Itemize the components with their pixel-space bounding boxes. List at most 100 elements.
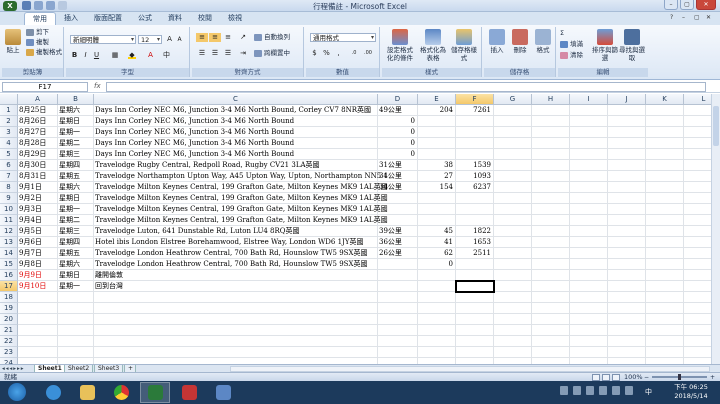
cell-e18[interactable] <box>418 292 456 303</box>
cell-c15[interactable]: Travelodge London Heathrow Central, 700 … <box>94 259 378 270</box>
cell-a3[interactable]: 8月27日 <box>18 127 58 138</box>
row-header[interactable]: 6 <box>0 160 18 171</box>
cell-f14[interactable]: 2511 <box>456 248 494 259</box>
cell-j8[interactable] <box>608 182 646 193</box>
cell-f21[interactable] <box>456 325 494 336</box>
cell-f6[interactable]: 1539 <box>456 160 494 171</box>
column-header-d[interactable]: D <box>378 94 418 105</box>
cell-d18[interactable] <box>378 292 418 303</box>
cell-e7[interactable]: 27 <box>418 171 456 182</box>
cell-b20[interactable] <box>58 314 94 325</box>
row-header[interactable]: 4 <box>0 138 18 149</box>
cell-g21[interactable] <box>494 325 532 336</box>
cell-a21[interactable] <box>18 325 58 336</box>
cell-k3[interactable] <box>646 127 684 138</box>
format-as-table-button[interactable]: 格式化為表格 <box>418 29 448 62</box>
close-button[interactable]: ✕ <box>696 0 716 10</box>
cell-d11[interactable] <box>378 215 418 226</box>
cell-j10[interactable] <box>608 204 646 215</box>
cell-g5[interactable] <box>494 149 532 160</box>
delete-cells-button[interactable]: 刪除 <box>509 29 531 54</box>
row-header[interactable]: 12 <box>0 226 18 237</box>
cell-j21[interactable] <box>608 325 646 336</box>
cell-g12[interactable] <box>494 226 532 237</box>
paste-button[interactable]: 貼上 <box>4 29 22 54</box>
cell-g22[interactable] <box>494 336 532 347</box>
cell-i12[interactable] <box>570 226 608 237</box>
cell-g13[interactable] <box>494 237 532 248</box>
cell-j4[interactable] <box>608 138 646 149</box>
cell-e10[interactable] <box>418 204 456 215</box>
cell-c4[interactable]: Days Inn Corley NEC M6, Junction 3-4 M6 … <box>94 138 378 149</box>
cell-h17[interactable] <box>532 281 570 292</box>
find-select-button[interactable]: 尋找與選取 <box>619 29 645 62</box>
cell-b12[interactable]: 星期三 <box>58 226 94 237</box>
cell-c23[interactable] <box>94 347 378 358</box>
cell-f22[interactable] <box>456 336 494 347</box>
number-format-select[interactable]: 通用格式 <box>310 33 376 42</box>
cell-c6[interactable]: Travelodge Rugby Central, Redpoll Road, … <box>94 160 378 171</box>
cell-b23[interactable] <box>58 347 94 358</box>
cell-e1[interactable]: 204 <box>418 105 456 116</box>
tray-icon[interactable] <box>573 386 581 395</box>
cell-k12[interactable] <box>646 226 684 237</box>
cell-a22[interactable] <box>18 336 58 347</box>
cell-d6[interactable]: 31公里 <box>378 160 418 171</box>
cell-h21[interactable] <box>532 325 570 336</box>
cell-e9[interactable] <box>418 193 456 204</box>
cell-d10[interactable] <box>378 204 418 215</box>
cell-e6[interactable]: 38 <box>418 160 456 171</box>
cell-g7[interactable] <box>494 171 532 182</box>
align-bottom-icon[interactable]: ≡ <box>222 33 234 42</box>
cell-d3[interactable]: 0 <box>378 127 418 138</box>
align-top-icon[interactable]: ≡ <box>196 33 208 42</box>
volume-icon[interactable] <box>625 386 633 395</box>
row-header[interactable]: 7 <box>0 171 18 182</box>
cell-g18[interactable] <box>494 292 532 303</box>
cell-d5[interactable]: 0 <box>378 149 418 160</box>
cell-g15[interactable] <box>494 259 532 270</box>
cell-a11[interactable]: 9月4日 <box>18 215 58 226</box>
cell-d17[interactable] <box>378 281 418 292</box>
cell-c22[interactable] <box>94 336 378 347</box>
cell-i17[interactable] <box>570 281 608 292</box>
cell-c17[interactable]: 回到台灣 <box>94 281 378 292</box>
cell-k16[interactable] <box>646 270 684 281</box>
taskbar-ie[interactable] <box>38 382 68 403</box>
cell-d22[interactable] <box>378 336 418 347</box>
column-header-g[interactable]: G <box>494 94 532 105</box>
cell-h8[interactable] <box>532 182 570 193</box>
row-header[interactable]: 3 <box>0 127 18 138</box>
cell-k19[interactable] <box>646 303 684 314</box>
cell-a12[interactable]: 9月5日 <box>18 226 58 237</box>
cell-e13[interactable]: 41 <box>418 237 456 248</box>
cell-k13[interactable] <box>646 237 684 248</box>
cell-b4[interactable]: 星期二 <box>58 138 94 149</box>
workbook-restore-icon[interactable]: ▢ <box>694 14 702 22</box>
cell-f15[interactable] <box>456 259 494 270</box>
cell-c3[interactable]: Days Inn Corley NEC M6, Junction 3-4 M6 … <box>94 127 378 138</box>
fx-icon[interactable]: fx <box>94 82 101 90</box>
merge-center-button[interactable]: 跨欄置中 <box>254 49 290 58</box>
decrease-decimal-icon[interactable]: .00 <box>362 49 374 58</box>
cell-j7[interactable] <box>608 171 646 182</box>
cell-d12[interactable]: 39公里 <box>378 226 418 237</box>
cell-b7[interactable]: 星期五 <box>58 171 94 182</box>
cell-e23[interactable] <box>418 347 456 358</box>
comma-icon[interactable]: , <box>334 49 343 58</box>
cell-b15[interactable]: 星期六 <box>58 259 94 270</box>
input-language[interactable]: 中 <box>645 387 652 397</box>
cell-e22[interactable] <box>418 336 456 347</box>
cell-b1[interactable]: 星期六 <box>58 105 94 116</box>
row-header[interactable]: 14 <box>0 248 18 259</box>
cell-d2[interactable]: 0 <box>378 116 418 127</box>
cell-g11[interactable] <box>494 215 532 226</box>
taskbar-excel[interactable] <box>140 382 170 403</box>
cell-c16[interactable]: 離開倫敦 <box>94 270 378 281</box>
cell-k5[interactable] <box>646 149 684 160</box>
row-header[interactable]: 13 <box>0 237 18 248</box>
tab-insert[interactable]: 插入 <box>56 12 86 25</box>
row-header[interactable]: 5 <box>0 149 18 160</box>
taskbar-app-blue[interactable] <box>208 382 238 403</box>
column-header-i[interactable]: I <box>570 94 608 105</box>
